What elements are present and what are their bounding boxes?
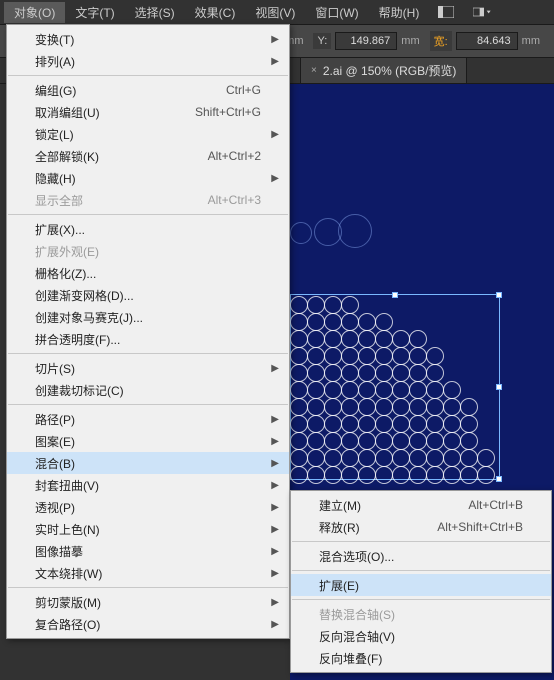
menu-image-trace[interactable]: 图像描摹▶ (7, 540, 289, 562)
shortcut: Shift+Ctrl+G (195, 105, 261, 119)
menu-pattern[interactable]: 图案(E)▶ (7, 430, 289, 452)
screen-mode-icon[interactable] (473, 3, 491, 21)
menu-separator (8, 353, 288, 354)
menu-blend[interactable]: 混合(B)▶ (7, 452, 289, 474)
menu-view[interactable]: 视图(V) (245, 2, 305, 23)
menu-clipping-mask[interactable]: 剪切蒙版(M)▶ (7, 591, 289, 613)
document-tab[interactable]: × 2.ai @ 150% (RGB/预览) (300, 57, 467, 83)
menu-rasterize[interactable]: 栅格化(Z)... (7, 262, 289, 284)
menubar: 对象(O) 文字(T) 选择(S) 效果(C) 视图(V) 窗口(W) 帮助(H… (0, 0, 554, 24)
submenu-release[interactable]: 释放(R)Alt+Shift+Ctrl+B (291, 516, 551, 538)
menu-window[interactable]: 窗口(W) (305, 2, 368, 23)
selection-handle[interactable] (496, 384, 502, 390)
menu-ungroup[interactable]: 取消编组(U)Shift+Ctrl+G (7, 101, 289, 123)
submenu-arrow-icon: ▶ (271, 597, 279, 608)
menu-flatten-transparency[interactable]: 拼合透明度(F)... (7, 328, 289, 350)
shortcut: Alt+Ctrl+3 (208, 193, 261, 207)
menu-transform[interactable]: 变换(T)▶ (7, 28, 289, 50)
menu-crop-marks[interactable]: 创建裁切标记(C) (7, 379, 289, 401)
menu-separator (8, 214, 288, 215)
submenu-reverse-spine[interactable]: 反向混合轴(V) (291, 625, 551, 647)
submenu-arrow-icon: ▶ (271, 436, 279, 447)
menu-separator (8, 75, 288, 76)
selection-handle[interactable] (496, 292, 502, 298)
menu-separator (292, 541, 550, 542)
menu-unlock-all[interactable]: 全部解锁(K)Alt+Ctrl+2 (7, 145, 289, 167)
menu-live-paint[interactable]: 实时上色(N)▶ (7, 518, 289, 540)
submenu-arrow-icon: ▶ (271, 173, 279, 184)
menu-gradient-mesh[interactable]: 创建渐变网格(D)... (7, 284, 289, 306)
submenu-arrow-icon: ▶ (271, 524, 279, 535)
submenu-arrow-icon: ▶ (271, 619, 279, 630)
y-unit: mm (401, 35, 419, 47)
menu-separator (8, 587, 288, 588)
submenu-blend-options[interactable]: 混合选项(O)... (291, 545, 551, 567)
menu-compound-path[interactable]: 复合路径(O)▶ (7, 613, 289, 635)
submenu-replace-spine: 替换混合轴(S) (291, 603, 551, 625)
submenu-arrow-icon: ▶ (271, 480, 279, 491)
submenu-arrow-icon: ▶ (271, 546, 279, 557)
menu-separator (292, 599, 550, 600)
menu-arrange[interactable]: 排列(A)▶ (7, 50, 289, 72)
menu-expand[interactable]: 扩展(X)... (7, 218, 289, 240)
menu-type[interactable]: 文字(T) (65, 2, 124, 23)
tab-title: 2.ai @ 150% (RGB/预览) (323, 62, 457, 79)
menu-object[interactable]: 对象(O) (4, 2, 65, 23)
layout-icon[interactable] (437, 3, 455, 21)
menu-text-wrap[interactable]: 文本绕排(W)▶ (7, 562, 289, 584)
menu-lock[interactable]: 锁定(L)▶ (7, 123, 289, 145)
menu-select[interactable]: 选择(S) (125, 2, 185, 23)
y-input[interactable]: 149.867 (335, 32, 397, 50)
menu-help[interactable]: 帮助(H) (369, 2, 430, 23)
w-input[interactable]: 84.643 (456, 32, 518, 50)
menu-effect[interactable]: 效果(C) (185, 2, 246, 23)
menu-separator (292, 570, 550, 571)
menu-show-all: 显示全部Alt+Ctrl+3 (7, 189, 289, 211)
menu-path[interactable]: 路径(P)▶ (7, 408, 289, 430)
submenu-arrow-icon: ▶ (271, 568, 279, 579)
submenu-reverse-front[interactable]: 反向堆叠(F) (291, 647, 551, 669)
submenu-arrow-icon: ▶ (271, 458, 279, 469)
selection-handle[interactable] (392, 292, 398, 298)
submenu-arrow-icon: ▶ (271, 34, 279, 45)
w-label: 宽: (430, 31, 452, 51)
shortcut: Alt+Shift+Ctrl+B (437, 520, 523, 534)
menu-hide[interactable]: 隐藏(H)▶ (7, 167, 289, 189)
submenu-expand[interactable]: 扩展(E) (291, 574, 551, 596)
y-label: Y: (313, 33, 331, 49)
menu-separator (8, 404, 288, 405)
menu-envelope-distort[interactable]: 封套扭曲(V)▶ (7, 474, 289, 496)
menu-expand-appearance: 扩展外观(E) (7, 240, 289, 262)
submenu-make[interactable]: 建立(M)Alt+Ctrl+B (291, 494, 551, 516)
blend-submenu: 建立(M)Alt+Ctrl+B 释放(R)Alt+Shift+Ctrl+B 混合… (290, 490, 552, 673)
menu-perspective[interactable]: 透视(P)▶ (7, 496, 289, 518)
menu-group[interactable]: 编组(G)Ctrl+G (7, 79, 289, 101)
tab-close[interactable]: × (311, 65, 317, 76)
object-menu: 变换(T)▶ 排列(A)▶ 编组(G)Ctrl+G 取消编组(U)Shift+C… (6, 24, 290, 639)
submenu-arrow-icon: ▶ (271, 129, 279, 140)
submenu-arrow-icon: ▶ (271, 414, 279, 425)
w-unit: mm (522, 35, 540, 47)
shortcut: Ctrl+G (226, 83, 261, 97)
shortcut: Alt+Ctrl+2 (208, 149, 261, 163)
shortcut: Alt+Ctrl+B (468, 498, 523, 512)
menu-slice[interactable]: 切片(S)▶ (7, 357, 289, 379)
submenu-arrow-icon: ▶ (271, 363, 279, 374)
submenu-arrow-icon: ▶ (271, 56, 279, 67)
submenu-arrow-icon: ▶ (271, 502, 279, 513)
selection-handle[interactable] (496, 476, 502, 482)
menu-object-mosaic[interactable]: 创建对象马赛克(J)... (7, 306, 289, 328)
